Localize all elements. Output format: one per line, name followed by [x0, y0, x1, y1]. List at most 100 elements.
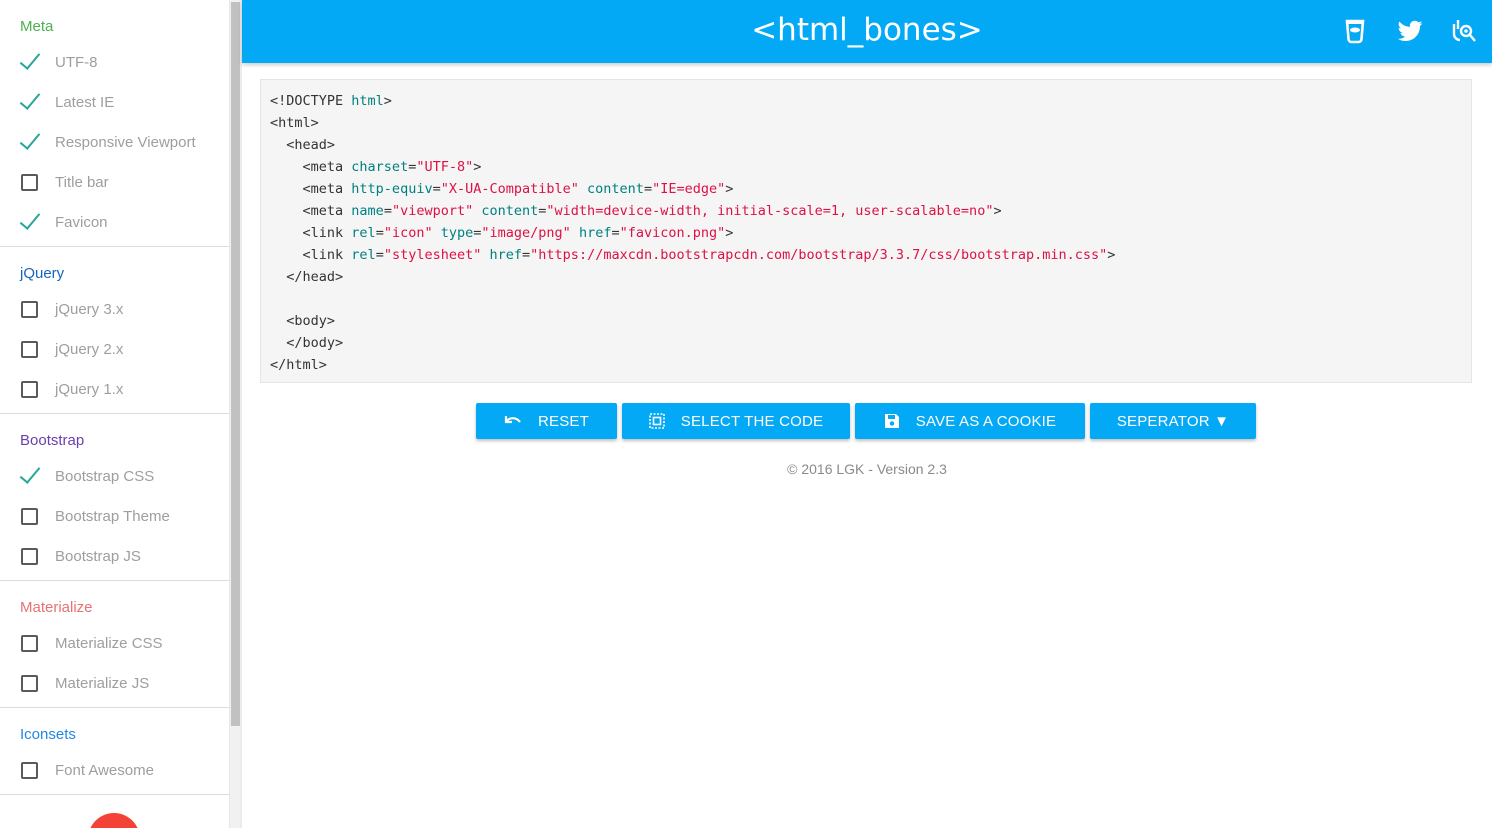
- code-line: </html>: [270, 354, 1115, 376]
- code-token: "width=device-width, initial-scale=1, us…: [546, 203, 994, 219]
- sidebar-scrollbar[interactable]: [229, 0, 240, 828]
- code-token: <meta: [302, 159, 352, 175]
- code-text[interactable]: <!DOCTYPE html> <html> <head> <meta chars…: [270, 90, 1115, 376]
- option-favicon[interactable]: Favicon: [0, 202, 229, 242]
- bower-icon[interactable]: [1340, 16, 1370, 46]
- option-title-bar[interactable]: Title bar: [0, 162, 229, 202]
- select-code-button[interactable]: SELECT THE CODE: [622, 403, 850, 439]
- code-token: =: [432, 181, 441, 197]
- option-materialize-css[interactable]: Materialize CSS: [0, 623, 229, 663]
- twitter-icon[interactable]: [1395, 16, 1425, 46]
- code-token: <head>: [286, 137, 336, 153]
- checkmark-icon[interactable]: [20, 213, 38, 231]
- checkbox-icon[interactable]: [21, 674, 38, 692]
- select-all-icon: [648, 413, 665, 429]
- option-label: Bootstrap Theme: [55, 507, 170, 525]
- divider: [240, 0, 242, 828]
- option-label: Font Awesome: [55, 761, 154, 779]
- option-materialize-js[interactable]: Materialize JS: [0, 663, 229, 703]
- checkbox-icon[interactable]: [21, 761, 38, 779]
- reset-button[interactable]: RESET: [476, 403, 617, 439]
- code-token: http-equiv: [351, 181, 433, 197]
- code-token: =: [383, 203, 392, 219]
- code-line: <head>: [270, 134, 1115, 156]
- checkbox-icon[interactable]: [21, 634, 38, 652]
- checkbox-icon[interactable]: [21, 340, 38, 358]
- code-output[interactable]: <!DOCTYPE html> <html> <head> <meta chars…: [260, 79, 1472, 383]
- option-label: Latest IE: [55, 93, 115, 111]
- code-token: <meta: [302, 181, 352, 197]
- checkbox-icon[interactable]: [21, 300, 38, 318]
- option-jquery-2-x[interactable]: jQuery 2.x: [0, 329, 229, 369]
- sidebar-section-bootstrap: Bootstrap Bootstrap CSS Bootstrap Theme Boo…: [0, 414, 229, 581]
- code-token: charset: [351, 159, 409, 175]
- code-token: <html>: [270, 115, 319, 131]
- code-token: >: [725, 181, 734, 197]
- checkbox-icon[interactable]: [21, 173, 38, 191]
- save-cookie-label: SAVE AS A COOKIE: [915, 412, 1057, 430]
- option-label: Bootstrap JS: [55, 547, 141, 565]
- checkbox-icon[interactable]: [21, 507, 38, 525]
- option-bootstrap-js[interactable]: Bootstrap JS: [0, 536, 229, 576]
- code-token: <meta: [302, 203, 352, 219]
- code-token: "image/png": [481, 225, 571, 241]
- code-token: </head>: [286, 269, 344, 285]
- separator-dropdown-button[interactable]: SEPERATOR ▼: [1090, 403, 1256, 439]
- separator-label: SEPERATOR ▼: [1116, 412, 1230, 430]
- footer-text: © 2016 LGK - Version 2.3: [787, 461, 947, 477]
- sidebar-section-title: Iconsets: [20, 726, 76, 743]
- checkmark-icon[interactable]: [20, 53, 38, 71]
- option-label: Materialize CSS: [55, 634, 163, 652]
- option-label: jQuery 3.x: [55, 300, 124, 318]
- code-line: <body>: [270, 310, 1115, 332]
- code-token: content: [481, 203, 539, 219]
- code-token: =: [522, 247, 531, 263]
- code-token: "viewport": [391, 203, 474, 219]
- sidebar-section-title: Bootstrap: [20, 432, 85, 449]
- code-line: <link rel="icon" type="image/png" href="…: [270, 222, 1115, 244]
- code-token: <link: [302, 225, 352, 241]
- code-token: "IE=edge": [652, 181, 726, 197]
- code-token: href: [578, 225, 612, 241]
- code-token: >: [725, 225, 734, 241]
- github-icon[interactable]: [1450, 16, 1480, 46]
- checkbox-icon[interactable]: [21, 380, 38, 398]
- code-token: rel: [351, 247, 376, 263]
- code-token: <!DOCTYPE: [270, 93, 352, 109]
- code-token: =: [611, 225, 620, 241]
- code-line: <meta name="viewport" content="width=dev…: [270, 200, 1115, 222]
- option-label: jQuery 1.x: [55, 380, 124, 398]
- option-responsive-viewport[interactable]: Responsive Viewport: [0, 122, 229, 162]
- checkmark-icon[interactable]: [20, 93, 38, 111]
- sidebar-section-iconsets: Iconsets Font Awesome: [0, 708, 229, 795]
- save-cookie-button[interactable]: SAVE AS A COOKIE: [855, 403, 1085, 439]
- code-token: content: [587, 181, 644, 197]
- scrollbar-thumb[interactable]: [231, 2, 240, 726]
- option-label: Favicon: [55, 213, 108, 231]
- option-font-awesome[interactable]: Font Awesome: [0, 750, 229, 790]
- option-jquery-3-x[interactable]: jQuery 3.x: [0, 289, 229, 329]
- checkmark-icon[interactable]: [20, 133, 38, 151]
- checkbox-icon[interactable]: [21, 547, 38, 565]
- option-bootstrap-css[interactable]: Bootstrap CSS: [0, 456, 229, 496]
- option-latest-ie[interactable]: Latest IE: [0, 82, 229, 122]
- option-bootstrap-theme[interactable]: Bootstrap Theme: [0, 496, 229, 536]
- code-token: "X-UA-Compatible": [440, 181, 579, 197]
- code-line: <!DOCTYPE html>: [270, 90, 1115, 112]
- code-line: </head>: [270, 266, 1115, 288]
- code-token: >: [383, 93, 392, 109]
- sidebar-section-jquery: jQuery jQuery 3.x jQuery 2.x jQuery 1.x: [0, 247, 229, 414]
- reset-label: RESET: [537, 412, 589, 430]
- code-token: =: [375, 247, 384, 263]
- option-utf-8[interactable]: UTF-8: [0, 42, 229, 82]
- code-token: name: [351, 203, 384, 219]
- option-jquery-1-x[interactable]: jQuery 1.x: [0, 369, 229, 409]
- checkmark-icon[interactable]: [20, 467, 38, 485]
